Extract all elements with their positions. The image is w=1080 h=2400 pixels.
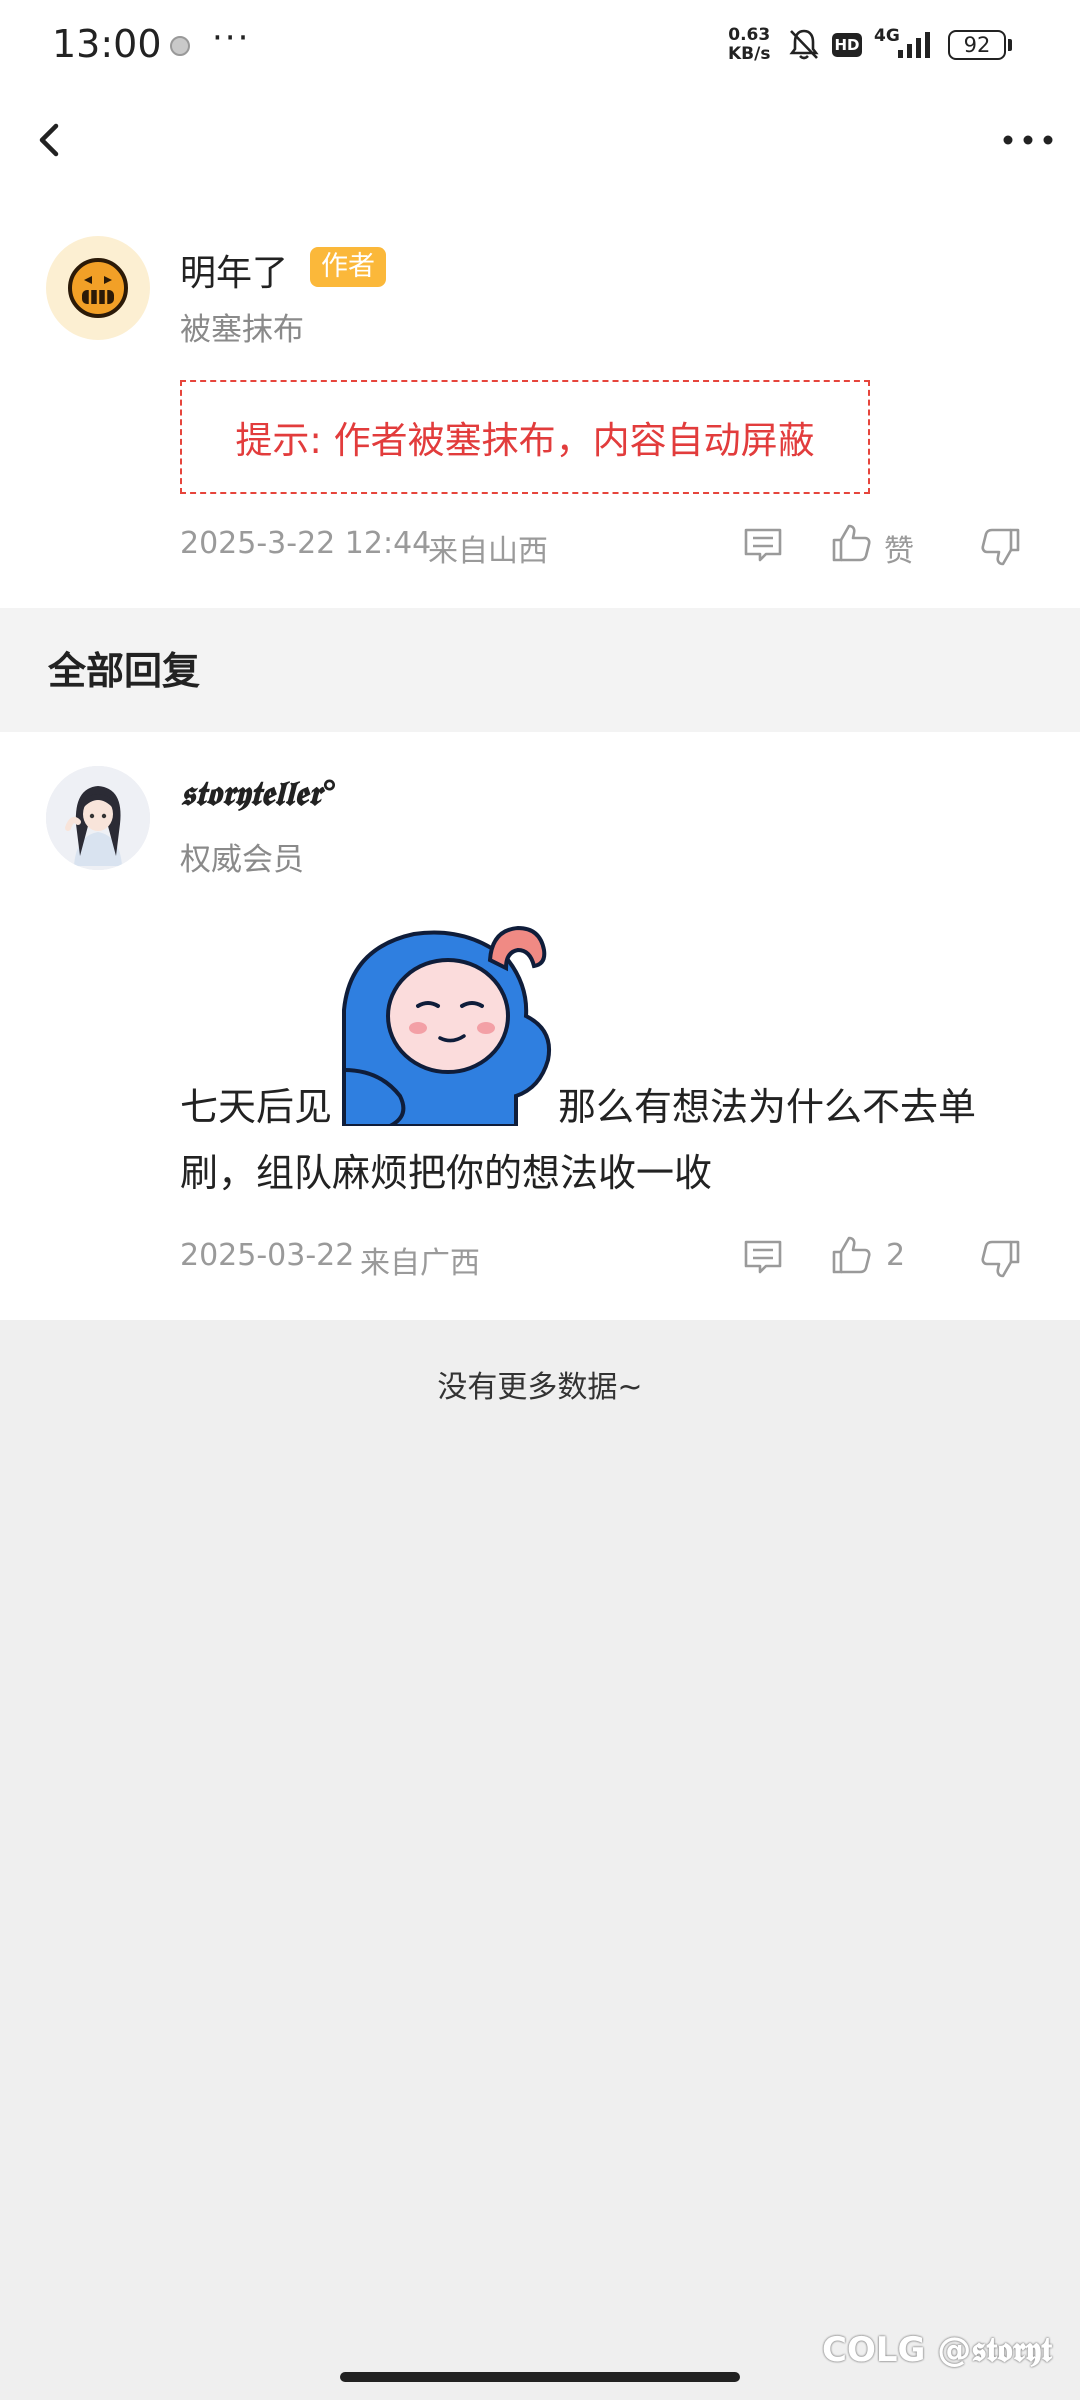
bell-muted-icon: [789, 29, 819, 60]
comment-icon[interactable]: [740, 522, 786, 568]
reply-text-part1: 七天后见: [180, 1085, 333, 1129]
post-date: 2025-3-22 12:44: [180, 526, 432, 561]
reply-date: 2025-03-22: [180, 1238, 355, 1273]
hd-voice-icon: HD: [832, 33, 862, 57]
status-bar: 13:00 ··· 0.63 KB/s HD 4G 92: [0, 0, 1080, 90]
home-indicator[interactable]: [340, 2372, 740, 2382]
more-options-icon[interactable]: [1000, 128, 1056, 152]
signal-icon: [898, 32, 930, 58]
author-badge: 作者: [310, 247, 386, 287]
reply-location: 来自广西: [360, 1246, 480, 1281]
network-speed-value: 0.63: [728, 25, 771, 45]
nav-bar: [0, 90, 1080, 190]
reply-author-subtitle: 权威会员: [180, 842, 304, 878]
reply-author-avatar[interactable]: [46, 766, 150, 870]
back-arrow-icon[interactable]: [30, 118, 70, 162]
author-avatar[interactable]: [46, 236, 150, 340]
post-location: 来自山西: [428, 534, 548, 569]
status-more-icon: ···: [212, 18, 251, 58]
post-author-subtitle: 被塞抹布: [180, 312, 304, 348]
blue-mascot-sticker: [342, 925, 551, 1126]
notification-app-icon: [170, 36, 190, 56]
thumbs-up-icon[interactable]: [828, 520, 874, 566]
colg-watermark: COLG @𝖘𝖙𝖔𝖗𝖞𝖙: [822, 2330, 1052, 2370]
reply-text-part2: 那么有想法为什么不去单: [558, 1085, 977, 1129]
pumpkin-face-icon: [68, 258, 128, 318]
thumbs-down-icon[interactable]: [978, 522, 1024, 568]
battery-cap: [1008, 39, 1012, 51]
blocked-content-notice: 提示: 作者被塞抹布，内容自动屏蔽: [180, 380, 870, 494]
like-label[interactable]: 赞: [884, 526, 914, 570]
reply-author-name[interactable]: 𝖘𝖙𝖔𝖗𝖞𝖙𝖊𝖑𝖑𝖊𝖗°: [180, 774, 338, 814]
network-speed: 0.63 KB/s: [728, 26, 770, 64]
status-time: 13:00: [52, 22, 162, 66]
post-author-name[interactable]: 明年了: [180, 244, 288, 296]
reply-text-part3: 刷，组队麻烦把你的想法收一收: [180, 1151, 713, 1195]
replies-section-title: 全部回复: [48, 649, 201, 693]
reply-thumbs-down-icon[interactable]: [978, 1234, 1024, 1280]
battery-icon: 92: [948, 30, 1006, 60]
network-speed-unit: KB/s: [728, 44, 771, 64]
no-more-data-text: 没有更多数据~: [437, 1370, 643, 1405]
reply-comment-icon[interactable]: [740, 1234, 786, 1280]
anime-girl-avatar-icon: [46, 766, 150, 870]
reply-thumbs-up-icon[interactable]: [828, 1232, 874, 1278]
reply-like-count[interactable]: 2: [886, 1238, 905, 1273]
